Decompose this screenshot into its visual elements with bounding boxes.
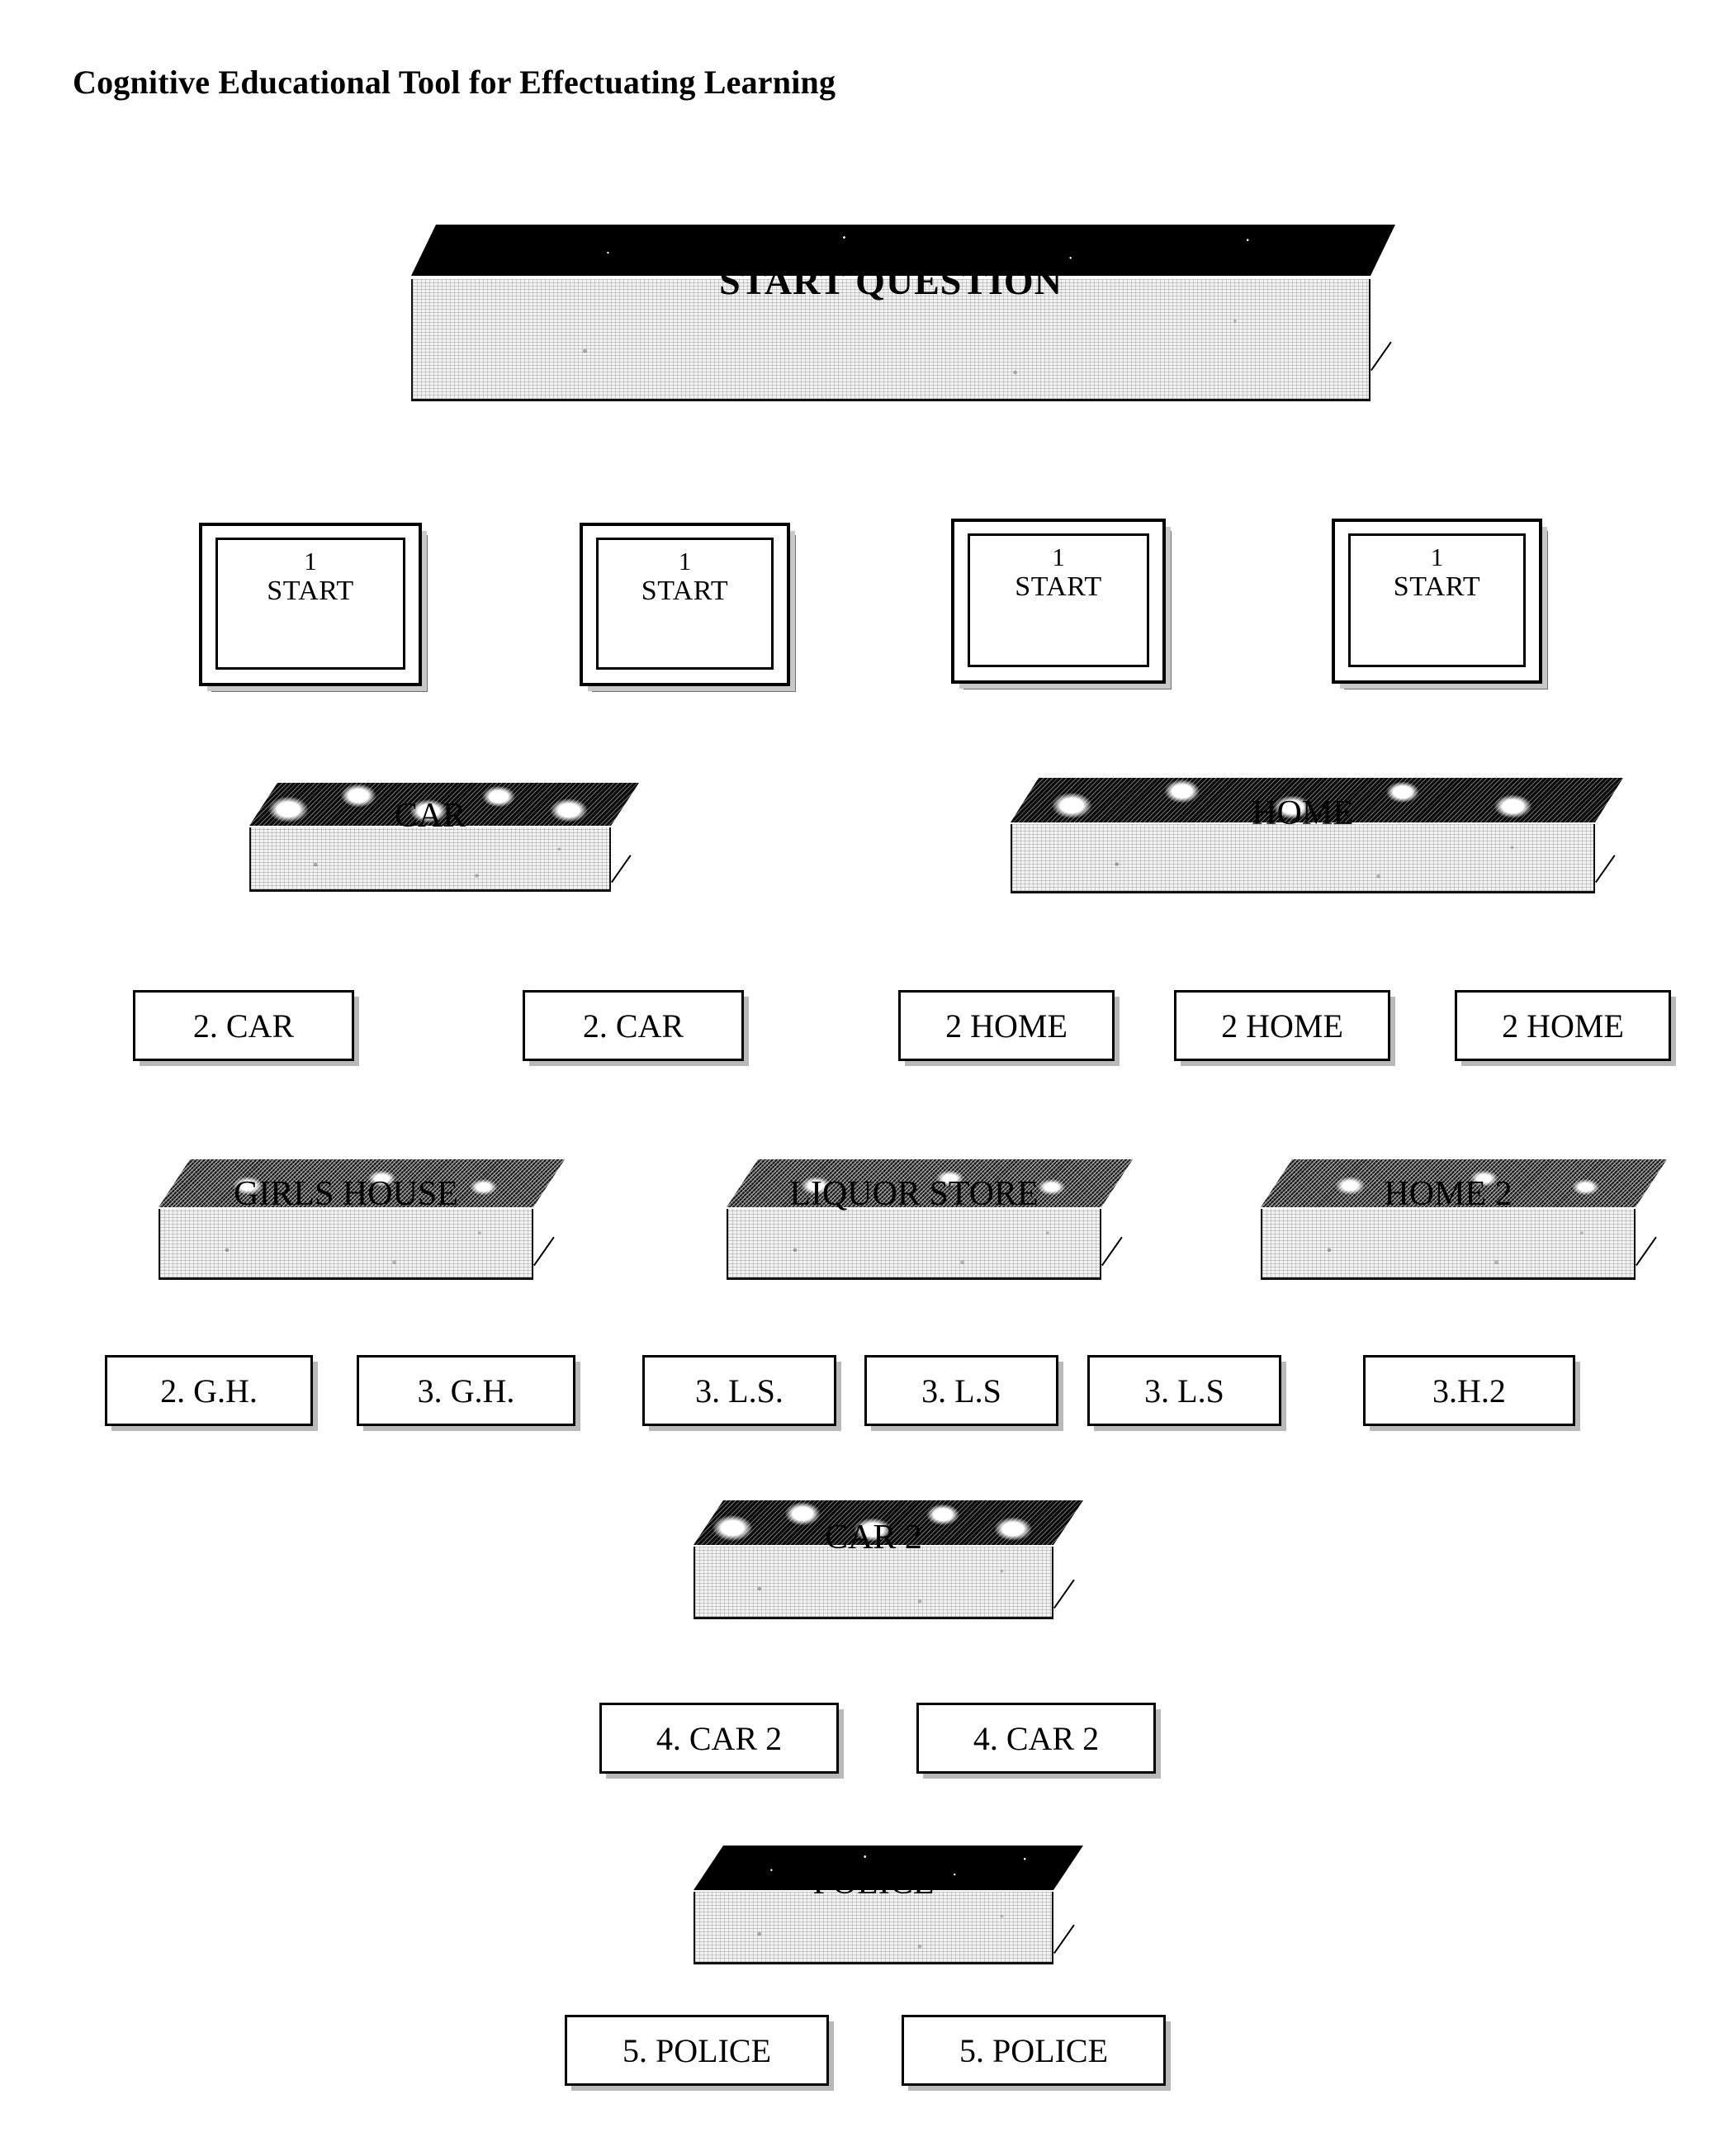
slab-front-face [249,827,611,892]
start-card-label: START [1015,571,1102,602]
slab-police: POLICE [694,1846,1083,1964]
start-card-2[interactable]: 1 START [580,523,790,686]
start-card-number: 1 [304,547,317,576]
slab-home-2: HOME 2 [1261,1159,1667,1280]
start-card-3[interactable]: 1 START [951,519,1166,684]
start-card-label: START [267,576,354,606]
slab-front-face [411,279,1371,401]
slab-depth-edge [533,1236,555,1267]
slab-top-face [159,1159,565,1207]
slab-top-face [694,1500,1083,1545]
slab-top-face [1261,1159,1667,1207]
slab-car: CAR [249,783,639,892]
slab-depth-edge [611,855,632,884]
slab-start-question: START QUESTION [411,225,1420,401]
slab-home: HOME [1011,778,1623,893]
slab-front-face [1011,824,1595,893]
start-card-4[interactable]: 1 START [1332,519,1542,684]
slab-girls-house: GIRLS HOUSE [159,1159,565,1280]
box-3-ls-c[interactable]: 3. L.S [1087,1355,1281,1426]
slab-depth-edge [1636,1236,1657,1267]
slab-front-face [1261,1209,1636,1280]
slab-front-face [727,1209,1101,1280]
box-4-car-2-a[interactable]: 4. CAR 2 [599,1703,839,1774]
box-2-home-b[interactable]: 2 HOME [1174,990,1390,1061]
box-5-police-b[interactable]: 5. POLICE [902,2015,1166,2086]
start-card-number: 1 [1052,543,1065,571]
slab-front-face [694,1892,1053,1964]
box-4-car-2-b[interactable]: 4. CAR 2 [916,1703,1156,1774]
slab-depth-edge [1371,341,1392,372]
slab-depth-edge [1053,1924,1075,1955]
start-card-number: 1 [1430,543,1444,571]
slab-top-face [1011,778,1623,822]
slab-depth-edge [1101,1236,1123,1267]
slab-car-2: CAR 2 [694,1500,1083,1619]
slab-depth-edge [1595,855,1616,884]
start-card-inner: 1 START [1348,533,1526,667]
box-3-ls-a[interactable]: 3. L.S. [642,1355,836,1426]
slab-front-face [159,1209,533,1280]
start-card-number: 1 [678,547,692,576]
box-2-car-a[interactable]: 2. CAR [133,990,354,1061]
page-title: Cognitive Educational Tool for Effectuat… [73,64,836,101]
start-card-inner: 1 START [968,533,1149,667]
slab-front-face [694,1547,1053,1619]
box-2-car-b[interactable]: 2. CAR [523,990,744,1061]
slab-liquor-store: LIQUOR STORE [727,1159,1133,1280]
box-3-h-2[interactable]: 3.H.2 [1363,1355,1575,1426]
slab-top-face [411,225,1395,276]
start-card-inner: 1 START [596,538,774,670]
box-3-ls-b[interactable]: 3. L.S [864,1355,1058,1426]
start-card-1[interactable]: 1 START [199,523,422,686]
slab-top-face [694,1846,1083,1890]
start-card-label: START [1393,571,1481,602]
start-card-label: START [641,576,729,606]
slab-top-face [249,783,639,826]
slab-top-face [727,1159,1133,1207]
slab-depth-edge [1053,1579,1075,1609]
box-2-home-c[interactable]: 2 HOME [1455,990,1671,1061]
box-5-police-a[interactable]: 5. POLICE [565,2015,829,2086]
start-card-inner: 1 START [215,538,405,670]
box-2-home-a[interactable]: 2 HOME [898,990,1115,1061]
box-3-gh[interactable]: 3. G.H. [357,1355,575,1426]
box-2-gh[interactable]: 2. G.H. [105,1355,313,1426]
